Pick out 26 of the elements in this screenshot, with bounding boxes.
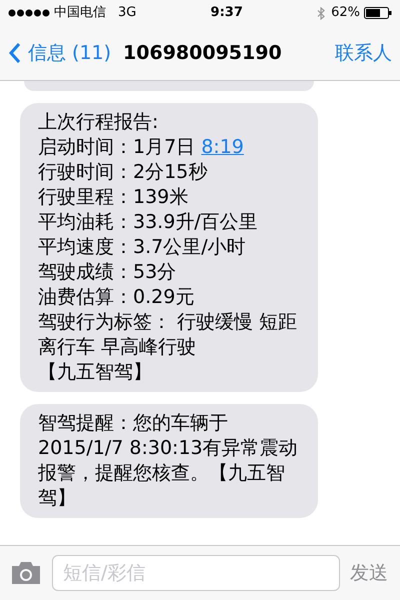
send-button[interactable]: 发送 — [350, 558, 388, 588]
time-link[interactable]: 8:19 — [201, 136, 244, 158]
chevron-left-icon — [8, 42, 22, 64]
clock-time: 9:37 — [210, 4, 243, 22]
contact-button[interactable]: 联系人 — [335, 38, 392, 68]
battery-percent: 62% — [331, 4, 360, 22]
message-text: 启动时间：1月7日 8:19 — [38, 135, 245, 160]
battery-icon — [364, 7, 392, 19]
network-type: 3G — [118, 4, 136, 22]
carrier-name: 中国电信 — [54, 4, 106, 22]
signal-icon — [8, 9, 50, 17]
bluetooth-icon — [317, 6, 326, 20]
message-text: 智驾提醒：您的车辆于2015/1/7 8:30:13有异常震动报警，提醒您核查。【九五智驾】 — [38, 411, 299, 511]
message-text: 行驶里程：139米 — [38, 185, 190, 210]
message-text: 【九五智驾】 — [38, 360, 153, 385]
message-input-field[interactable]: 短信/彩信 — [52, 555, 340, 591]
message-text: 油费估算：0.29元 — [38, 285, 196, 310]
message-text: 平均速度：3.7公里/小时 — [38, 235, 247, 260]
camera-icon[interactable] — [10, 561, 42, 585]
conversation-title: 106980095190 — [123, 40, 282, 66]
message-text: 上次行程报告: — [38, 110, 160, 135]
message-text: 平均油耗：33.9升/百公里 — [38, 210, 259, 235]
back-button[interactable]: 信息 (11) — [8, 38, 112, 68]
message-text: 驾驶成绩：53分 — [38, 260, 178, 285]
message-text: 驾驶行为标签： 行驶缓慢 短距离行车 早高峰行驶 — [38, 310, 298, 360]
message-text: 行驶时间：2分15秒 — [38, 160, 208, 185]
